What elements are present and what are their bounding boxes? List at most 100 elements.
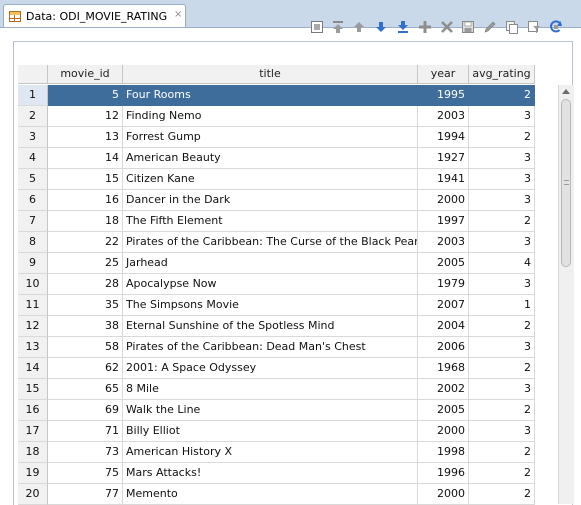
row-number[interactable]: 13: [18, 337, 48, 358]
cell-title[interactable]: Apocalypse Now: [123, 274, 418, 295]
cell-avg-rating[interactable]: 3: [469, 148, 535, 169]
cell-avg-rating[interactable]: 3: [469, 169, 535, 190]
table-row[interactable]: 19 75 Mars Attacks! 1996 2: [18, 463, 535, 484]
cell-movie-id[interactable]: 71: [48, 421, 123, 442]
cell-year[interactable]: 1994: [418, 127, 469, 148]
cell-title[interactable]: Citizen Kane: [123, 169, 418, 190]
table-row[interactable]: 14 62 2001: A Space Odyssey 1968 2: [18, 358, 535, 379]
row-number[interactable]: 17: [18, 421, 48, 442]
cell-avg-rating[interactable]: 2: [469, 85, 535, 106]
cell-movie-id[interactable]: 28: [48, 274, 123, 295]
cell-movie-id[interactable]: 77: [48, 484, 123, 505]
row-number[interactable]: 5: [18, 169, 48, 190]
column-header-movie-id[interactable]: movie_id: [48, 65, 123, 84]
table-row[interactable]: 7 18 The Fifth Element 1997 2: [18, 211, 535, 232]
table-row[interactable]: 5 15 Citizen Kane 1941 3: [18, 169, 535, 190]
cell-year[interactable]: 1996: [418, 463, 469, 484]
table-row[interactable]: 9 25 Jarhead 2005 4: [18, 253, 535, 274]
next-row-icon[interactable]: [371, 17, 391, 37]
cell-year[interactable]: 2007: [418, 295, 469, 316]
cell-title[interactable]: The Fifth Element: [123, 211, 418, 232]
table-row[interactable]: 17 71 Billy Elliot 2000 3: [18, 421, 535, 442]
cell-avg-rating[interactable]: 3: [469, 421, 535, 442]
cell-movie-id[interactable]: 75: [48, 463, 123, 484]
cell-movie-id[interactable]: 14: [48, 148, 123, 169]
table-row[interactable]: 4 14 American Beauty 1927 3: [18, 148, 535, 169]
table-row[interactable]: 15 65 8 Mile 2002 3: [18, 379, 535, 400]
insert-row-icon[interactable]: [415, 17, 435, 37]
cell-year[interactable]: 2003: [418, 232, 469, 253]
column-header-avg-rating[interactable]: avg_rating: [469, 65, 535, 84]
cell-year[interactable]: 2000: [418, 190, 469, 211]
cell-title[interactable]: Eternal Sunshine of the Spotless Mind: [123, 316, 418, 337]
cell-year[interactable]: 2005: [418, 400, 469, 421]
row-number[interactable]: 8: [18, 232, 48, 253]
cell-movie-id[interactable]: 73: [48, 442, 123, 463]
cell-avg-rating[interactable]: 2: [469, 127, 535, 148]
cell-movie-id[interactable]: 15: [48, 169, 123, 190]
row-number[interactable]: 7: [18, 211, 48, 232]
cell-year[interactable]: 2006: [418, 337, 469, 358]
vertical-scrollbar[interactable]: [558, 85, 574, 504]
table-row[interactable]: 16 69 Walk the Line 2005 2: [18, 400, 535, 421]
cell-movie-id[interactable]: 12: [48, 106, 123, 127]
table-row[interactable]: 6 16 Dancer in the Dark 2000 3: [18, 190, 535, 211]
column-header-year[interactable]: year: [418, 65, 469, 84]
cell-title[interactable]: Walk the Line: [123, 400, 418, 421]
cell-movie-id[interactable]: 69: [48, 400, 123, 421]
cell-year[interactable]: 2003: [418, 106, 469, 127]
table-row[interactable]: 13 58 Pirates of the Caribbean: Dead Man's…: [18, 337, 535, 358]
row-number[interactable]: 20: [18, 484, 48, 505]
cell-year[interactable]: 1927: [418, 148, 469, 169]
table-row[interactable]: 20 77 Memento 2000 2: [18, 484, 535, 505]
cell-avg-rating[interactable]: 2: [469, 211, 535, 232]
scrollbar-thumb[interactable]: [561, 99, 571, 267]
cell-year[interactable]: 1979: [418, 274, 469, 295]
row-number[interactable]: 18: [18, 442, 48, 463]
row-number[interactable]: 1: [18, 85, 48, 106]
cell-movie-id[interactable]: 62: [48, 358, 123, 379]
tab-data-odi-movie-rating[interactable]: Data: ODI_MOVIE_RATING ×: [3, 4, 186, 28]
row-number[interactable]: 16: [18, 400, 48, 421]
cell-title[interactable]: Dancer in the Dark: [123, 190, 418, 211]
row-number[interactable]: 6: [18, 190, 48, 211]
cell-year[interactable]: 1941: [418, 169, 469, 190]
table-row[interactable]: 2 12 Finding Nemo 2003 3: [18, 106, 535, 127]
commit-icon[interactable]: [458, 17, 478, 37]
row-number[interactable]: 9: [18, 253, 48, 274]
cell-title[interactable]: The Simpsons Movie: [123, 295, 418, 316]
table-row[interactable]: 3 13 Forrest Gump 1994 2: [18, 127, 535, 148]
cell-movie-id[interactable]: 25: [48, 253, 123, 274]
cell-movie-id[interactable]: 58: [48, 337, 123, 358]
row-number[interactable]: 3: [18, 127, 48, 148]
cell-movie-id[interactable]: 38: [48, 316, 123, 337]
cell-title[interactable]: 8 Mile: [123, 379, 418, 400]
delete-row-icon[interactable]: [437, 17, 457, 37]
edit-icon[interactable]: [480, 17, 500, 37]
row-number[interactable]: 11: [18, 295, 48, 316]
refresh-icon[interactable]: [546, 17, 566, 37]
cell-year[interactable]: 2000: [418, 484, 469, 505]
previous-row-icon[interactable]: [349, 17, 369, 37]
cell-year[interactable]: 2004: [418, 316, 469, 337]
row-number[interactable]: 12: [18, 316, 48, 337]
cell-avg-rating[interactable]: 2: [469, 442, 535, 463]
cell-movie-id[interactable]: 18: [48, 211, 123, 232]
cell-avg-rating[interactable]: 3: [469, 379, 535, 400]
table-row[interactable]: 1 5 Four Rooms 1995 2: [18, 85, 535, 106]
cell-title[interactable]: Mars Attacks!: [123, 463, 418, 484]
cell-movie-id[interactable]: 16: [48, 190, 123, 211]
row-number[interactable]: 4: [18, 148, 48, 169]
table-row[interactable]: 10 28 Apocalypse Now 1979 3: [18, 274, 535, 295]
cell-title[interactable]: Billy Elliot: [123, 421, 418, 442]
cell-avg-rating[interactable]: 2: [469, 400, 535, 421]
cell-title[interactable]: Finding Nemo: [123, 106, 418, 127]
cell-avg-rating[interactable]: 3: [469, 232, 535, 253]
last-row-icon[interactable]: [393, 17, 413, 37]
cell-movie-id[interactable]: 13: [48, 127, 123, 148]
cell-avg-rating[interactable]: 3: [469, 274, 535, 295]
cell-title[interactable]: 2001: A Space Odyssey: [123, 358, 418, 379]
table-row[interactable]: 8 22 Pirates of the Caribbean: The Curse o…: [18, 232, 535, 253]
close-icon[interactable]: ×: [174, 9, 182, 20]
cell-movie-id[interactable]: 5: [48, 85, 123, 106]
